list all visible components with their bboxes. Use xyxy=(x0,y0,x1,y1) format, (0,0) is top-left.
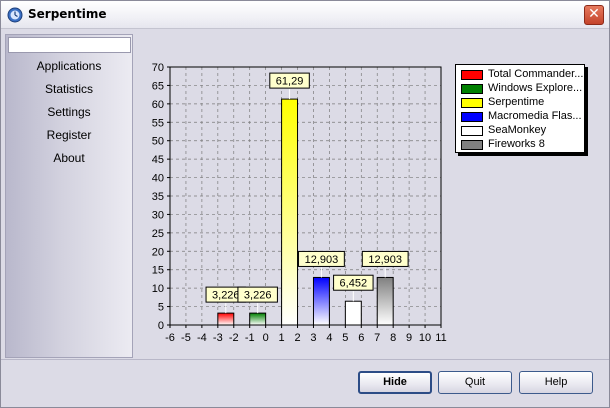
y-tick-label: 50 xyxy=(152,136,164,148)
hide-button[interactable]: Hide xyxy=(358,371,432,394)
x-tick-label: 4 xyxy=(326,332,332,344)
y-tick-label: 65 xyxy=(152,80,164,92)
data-label: 12,903 xyxy=(305,254,339,266)
x-tick-label: 0 xyxy=(263,332,269,344)
x-tick-label: 11 xyxy=(435,332,446,344)
data-label: 61,29 xyxy=(276,76,304,88)
legend-item: Macromedia Flas... xyxy=(461,110,585,124)
legend-swatch xyxy=(461,126,483,136)
x-tick-label: 6 xyxy=(358,332,364,344)
chart-legend: Total Commander... Windows Explore... Se… xyxy=(455,64,585,153)
chart-bar xyxy=(312,276,330,326)
data-label: 3,226 xyxy=(212,290,240,302)
chart-bar xyxy=(281,98,299,326)
y-tick-label: 60 xyxy=(152,99,164,111)
chart-bar xyxy=(344,300,362,326)
legend-item: Windows Explore... xyxy=(461,82,585,96)
x-tick-label: -1 xyxy=(245,332,255,344)
sidebar: Applications Statistics Settings Registe… xyxy=(5,34,133,358)
x-tick-label: -3 xyxy=(213,332,223,344)
title-bar: Serpentime ✕ xyxy=(1,1,609,29)
x-tick-label: 2 xyxy=(294,332,300,344)
x-tick-label: 7 xyxy=(374,332,380,344)
x-tick-label: 1 xyxy=(279,332,285,344)
legend-swatch xyxy=(461,98,483,108)
legend-swatch xyxy=(461,84,483,94)
window-title: Serpentime xyxy=(28,7,107,21)
y-tick-label: 20 xyxy=(152,246,164,258)
y-tick-label: 30 xyxy=(152,209,164,221)
y-tick-label: 25 xyxy=(152,228,164,240)
x-tick-label: -4 xyxy=(197,332,207,344)
data-label: 6,452 xyxy=(340,278,368,290)
y-tick-label: 45 xyxy=(152,154,164,166)
legend-label: Fireworks 8 xyxy=(488,138,545,150)
x-tick-label: -6 xyxy=(165,332,175,344)
data-label: 12,903 xyxy=(368,254,402,266)
legend-item: Fireworks 8 xyxy=(461,138,585,152)
sidebar-item-settings[interactable]: Settings xyxy=(6,105,132,119)
legend-item: SeaMonkey xyxy=(461,124,585,138)
legend-item: Serpentime xyxy=(461,96,585,110)
sidebar-item-register[interactable]: Register xyxy=(6,128,132,142)
quit-button[interactable]: Quit xyxy=(438,371,512,394)
y-tick-label: 10 xyxy=(152,283,164,295)
y-tick-label: 5 xyxy=(158,302,164,314)
legend-label: Total Commander... xyxy=(488,68,584,80)
legend-label: SeaMonkey xyxy=(488,124,547,136)
sidebar-item-applications[interactable]: Applications xyxy=(6,59,132,73)
sidebar-header-field xyxy=(8,37,131,53)
legend-label: Windows Explore... xyxy=(488,82,583,94)
close-icon: ✕ xyxy=(588,6,600,22)
y-tick-label: 35 xyxy=(152,191,164,203)
x-tick-label: 10 xyxy=(419,332,431,344)
legend-item: Total Commander... xyxy=(461,68,585,82)
chart-bar xyxy=(217,312,235,326)
sidebar-item-statistics[interactable]: Statistics xyxy=(6,82,132,96)
footer-separator xyxy=(1,359,609,360)
close-button[interactable]: ✕ xyxy=(584,5,604,25)
data-label: 3,226 xyxy=(244,290,272,302)
x-tick-label: -5 xyxy=(181,332,191,344)
statistics-chart-panel: 3,226 3,226 61,29 12,903 6,452 12,903 0 5 10 15 20… xyxy=(135,34,607,358)
legend-label: Serpentime xyxy=(488,96,545,108)
sidebar-item-about[interactable]: About xyxy=(6,151,132,165)
chart-bar xyxy=(376,276,394,326)
help-button[interactable]: Help xyxy=(519,371,593,394)
y-tick-label: 55 xyxy=(152,117,164,129)
x-tick-label: 9 xyxy=(406,332,412,344)
serpentime-app-icon xyxy=(7,7,23,23)
x-tick-label: 5 xyxy=(342,332,348,344)
x-tick-label: 8 xyxy=(390,332,396,344)
x-tick-label: 3 xyxy=(310,332,316,344)
x-tick-label: -2 xyxy=(229,332,239,344)
y-tick-label: 40 xyxy=(152,173,164,185)
legend-swatch xyxy=(461,70,483,80)
legend-label: Macromedia Flas... xyxy=(488,110,582,122)
y-tick-label: 15 xyxy=(152,265,164,277)
chart-bar xyxy=(249,312,267,326)
y-tick-label: 70 xyxy=(152,62,164,74)
y-tick-label: 0 xyxy=(158,320,164,332)
app-window: Serpentime ✕ Applications Statistics Set… xyxy=(0,0,610,408)
legend-swatch xyxy=(461,140,483,150)
legend-swatch xyxy=(461,112,483,122)
